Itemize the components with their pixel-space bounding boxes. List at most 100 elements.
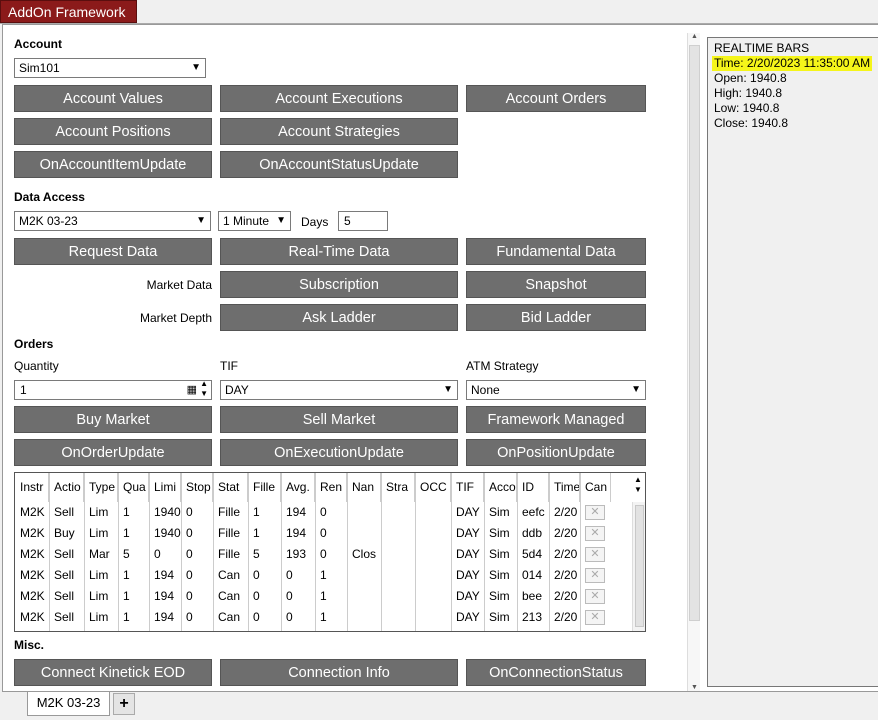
grid-header-cell[interactable]: TIF bbox=[451, 473, 484, 502]
grid-cell: 194 bbox=[154, 610, 175, 624]
grid-cell: Sim bbox=[489, 610, 510, 624]
grid-cell: 2/20 bbox=[554, 589, 578, 603]
grid-header-cell[interactable]: Time bbox=[549, 473, 580, 502]
grid-header-cell[interactable]: Qua bbox=[118, 473, 149, 502]
account-executions-button[interactable]: Account Executions bbox=[220, 85, 458, 112]
on-connection-status-button[interactable]: OnConnectionStatus bbox=[466, 659, 646, 686]
scroll-down-icon[interactable]: ▼ bbox=[688, 684, 701, 691]
output-panel: REALTIME BARS Time: 2/20/2023 11:35:00 A… bbox=[707, 37, 878, 687]
grid-cell: 1 bbox=[123, 610, 130, 624]
grid-cell bbox=[347, 565, 381, 586]
instrument-select[interactable]: M2K 03-23 ▼ bbox=[14, 211, 211, 231]
grid-header-cell[interactable]: Limi bbox=[149, 473, 181, 502]
chevron-down-icon: ▼ bbox=[631, 384, 641, 395]
grid-cell: DAY bbox=[456, 505, 480, 519]
on-execution-update-button[interactable]: OnExecutionUpdate bbox=[220, 439, 458, 466]
on-order-update-button[interactable]: OnOrderUpdate bbox=[14, 439, 212, 466]
grid-cell: 2/20 bbox=[554, 505, 578, 519]
add-tab-button[interactable]: + bbox=[113, 693, 135, 715]
account-select-value: Sim101 bbox=[19, 61, 60, 75]
grid-cell bbox=[415, 523, 451, 544]
grid-cell: DAY bbox=[456, 610, 480, 624]
grid-header-cell[interactable]: Stra bbox=[381, 473, 415, 502]
framework-managed-button[interactable]: Framework Managed bbox=[466, 406, 646, 433]
grid-cell: Buy bbox=[54, 526, 75, 540]
grid-cell: 1 bbox=[123, 526, 130, 540]
cancel-order-icon[interactable]: ✕ bbox=[585, 505, 605, 520]
on-position-update-button[interactable]: OnPositionUpdate bbox=[466, 439, 646, 466]
account-select[interactable]: Sim101 ▼ bbox=[14, 58, 206, 78]
request-data-button[interactable]: Request Data bbox=[14, 238, 212, 265]
grid-cell: M2K bbox=[20, 568, 45, 582]
tab-m2k[interactable]: M2K 03-23 bbox=[27, 692, 110, 716]
grid-cell bbox=[381, 544, 415, 565]
cancel-order-icon[interactable]: ✕ bbox=[585, 589, 605, 604]
grid-cell: 5 bbox=[253, 547, 260, 561]
sell-market-button[interactable]: Sell Market bbox=[220, 406, 458, 433]
grid-cell: 5 bbox=[123, 547, 130, 561]
grid-header-cell[interactable]: Stop bbox=[181, 473, 213, 502]
grid-header-cell[interactable]: ID bbox=[517, 473, 549, 502]
calculator-icon[interactable]: ▦ bbox=[187, 381, 197, 399]
grid-header-cell[interactable]: Can bbox=[580, 473, 611, 502]
account-values-button[interactable]: Account Values bbox=[14, 85, 212, 112]
account-section-title: Account bbox=[14, 37, 62, 51]
grid-cell: DAY bbox=[456, 568, 480, 582]
interval-select-value: 1 Minute bbox=[223, 214, 270, 228]
sort-arrows-icon[interactable]: ▲ ▼ bbox=[634, 475, 642, 495]
interval-select[interactable]: 1 Minute ▼ bbox=[218, 211, 291, 231]
instrument-select-value: M2K 03-23 bbox=[19, 214, 78, 228]
tif-label: TIF bbox=[220, 359, 238, 373]
misc-section-title: Misc. bbox=[14, 638, 45, 652]
connect-kinetick-button[interactable]: Connect Kinetick EOD bbox=[14, 659, 212, 686]
grid-header-cell[interactable]: Avg. bbox=[281, 473, 315, 502]
panel-scrollbar[interactable]: ▲ ▼ bbox=[687, 33, 700, 691]
grid-cell: 0 bbox=[286, 589, 293, 603]
grid-header-cell[interactable]: Acco bbox=[484, 473, 517, 502]
quantity-value: 1 bbox=[20, 383, 27, 397]
spinner-arrows-icon[interactable]: ▲ ▼ bbox=[200, 379, 208, 399]
scroll-up-icon[interactable]: ▲ bbox=[688, 33, 701, 40]
grid-scrollbar[interactable] bbox=[632, 502, 645, 631]
grid-header-cell[interactable]: Type bbox=[84, 473, 118, 502]
on-account-item-update-button[interactable]: OnAccountItemUpdate bbox=[14, 151, 212, 178]
grid-header-cell[interactable]: Actio bbox=[49, 473, 84, 502]
account-strategies-button[interactable]: Account Strategies bbox=[220, 118, 458, 145]
cancel-order-icon[interactable]: ✕ bbox=[585, 610, 605, 625]
ask-ladder-button[interactable]: Ask Ladder bbox=[220, 304, 458, 331]
grid-header-cell[interactable]: Nan bbox=[347, 473, 381, 502]
snapshot-button[interactable]: Snapshot bbox=[466, 271, 646, 298]
cancel-order-icon[interactable]: ✕ bbox=[585, 568, 605, 583]
on-account-status-update-button[interactable]: OnAccountStatusUpdate bbox=[220, 151, 458, 178]
cancel-order-icon[interactable]: ✕ bbox=[585, 547, 605, 562]
output-line-low: Low: 1940.8 bbox=[714, 101, 780, 115]
grid-cell: 0 bbox=[154, 547, 161, 561]
grid-cell: Sim bbox=[489, 526, 510, 540]
real-time-data-button[interactable]: Real-Time Data bbox=[220, 238, 458, 265]
connection-info-button[interactable]: Connection Info bbox=[220, 659, 458, 686]
chevron-down-icon: ▼ bbox=[196, 215, 206, 226]
account-orders-button[interactable]: Account Orders bbox=[466, 85, 646, 112]
cancel-order-icon[interactable]: ✕ bbox=[585, 526, 605, 541]
days-input[interactable]: 5 bbox=[338, 211, 388, 231]
bid-ladder-button[interactable]: Bid Ladder bbox=[466, 304, 646, 331]
grid-cell: DAY bbox=[456, 589, 480, 603]
tif-select[interactable]: DAY ▼ bbox=[220, 380, 458, 400]
atm-strategy-select[interactable]: None ▼ bbox=[466, 380, 646, 400]
panel-scroll-thumb[interactable] bbox=[689, 45, 700, 621]
grid-cell bbox=[381, 502, 415, 523]
grid-header-cell[interactable]: OCC bbox=[415, 473, 451, 502]
fundamental-data-button[interactable]: Fundamental Data bbox=[466, 238, 646, 265]
grid-cell: Mar bbox=[89, 547, 110, 561]
grid-header-cell[interactable]: Stat bbox=[213, 473, 248, 502]
buy-market-button[interactable]: Buy Market bbox=[14, 406, 212, 433]
account-positions-button[interactable]: Account Positions bbox=[14, 118, 212, 145]
grid-header-cell[interactable]: Instr bbox=[15, 473, 49, 502]
subscription-button[interactable]: Subscription bbox=[220, 271, 458, 298]
grid-scroll-thumb[interactable] bbox=[635, 505, 644, 627]
grid-cell: Lim bbox=[89, 589, 109, 603]
quantity-stepper[interactable]: 1 ▦ ▲ ▼ bbox=[14, 379, 212, 400]
grid-header-cell[interactable]: Fille bbox=[248, 473, 281, 502]
grid-header-cell[interactable]: Ren bbox=[315, 473, 347, 502]
quantity-label: Quantity bbox=[14, 359, 59, 373]
